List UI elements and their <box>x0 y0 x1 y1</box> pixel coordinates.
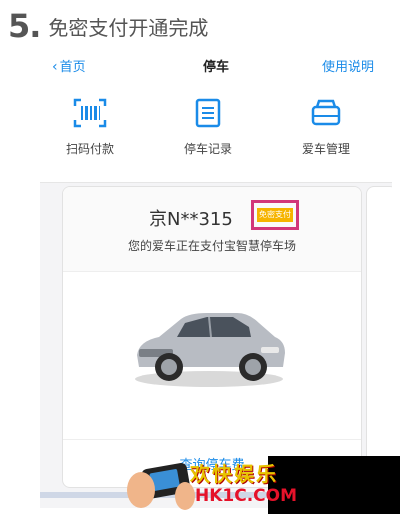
nav-bar: ‹ 首页 停车 使用说明 <box>40 48 392 80</box>
scan-barcode-icon <box>73 98 107 128</box>
record-list-icon <box>195 98 221 128</box>
tool-parking-record[interactable]: 停车记录 <box>158 98 258 157</box>
tool-label: 爱车管理 <box>301 142 350 156</box>
next-card-peek <box>366 186 392 488</box>
badge-highlight: 免密支付 <box>251 200 299 230</box>
phone-screen: ‹ 首页 停车 使用说明 扫码付款 停车记录 爱车管理 京N**315 免密支付… <box>40 48 392 508</box>
tool-label: 停车记录 <box>183 142 232 156</box>
license-plate: 京N**315 <box>149 209 233 230</box>
car-manage-icon <box>311 99 341 126</box>
watermark-url: HK1C.COM <box>195 486 298 506</box>
payment-badge: 免密支付 <box>257 208 293 222</box>
tool-grid: 扫码付款 停车记录 爱车管理 <box>40 80 392 183</box>
step-title: 5. 免密支付开通完成 <box>8 6 208 46</box>
tool-car-manage[interactable]: 爱车管理 <box>276 98 376 157</box>
card-subtitle: 您的爱车正在支付宝智慧停车场 <box>127 239 296 253</box>
tool-label: 扫码付款 <box>65 142 114 156</box>
help-link[interactable]: 使用说明 <box>322 56 374 75</box>
gamepad-hand-icon <box>127 463 195 510</box>
watermark-text: 欢快娱乐 <box>190 462 278 486</box>
tool-scan-pay[interactable]: 扫码付款 <box>40 98 140 157</box>
card-header: 京N**315 免密支付 您的爱车正在支付宝智慧停车场 <box>63 187 361 272</box>
parking-card: 京N**315 免密支付 您的爱车正在支付宝智慧停车场 查询停车费 <box>62 186 362 488</box>
step-text: 免密支付开通完成 <box>48 15 209 40</box>
step-number: 5. <box>8 7 41 45</box>
car-image <box>135 313 285 387</box>
